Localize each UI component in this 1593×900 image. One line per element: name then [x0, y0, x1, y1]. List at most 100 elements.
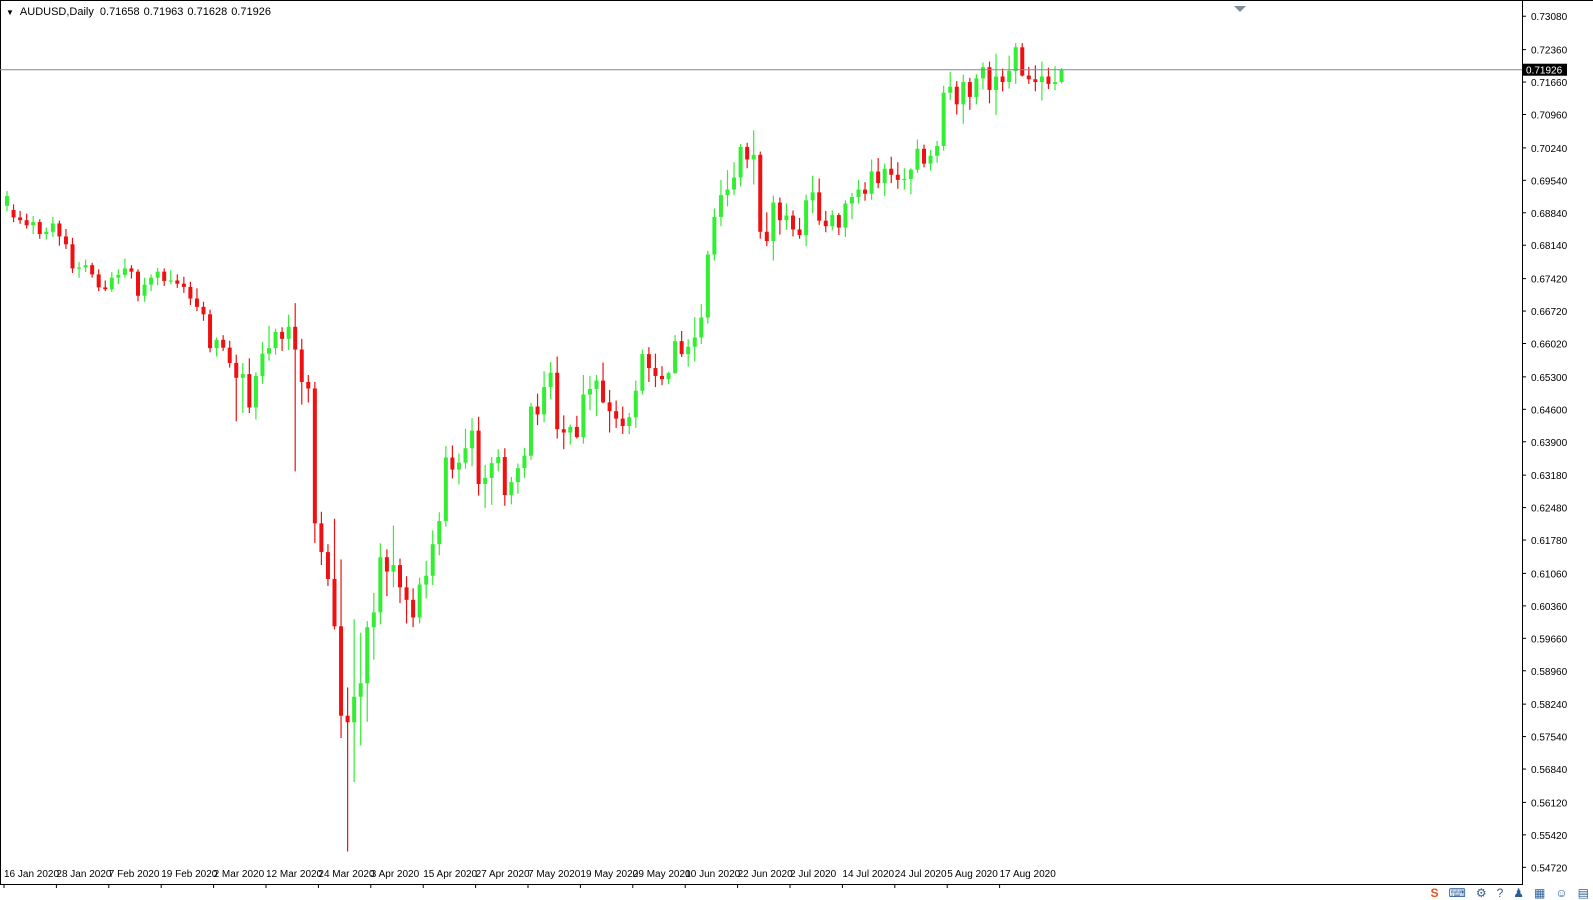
candle-body: [44, 231, 49, 235]
symbol-label: AUDUSD,Daily: [19, 6, 94, 18]
ohlc-low: 0.71628: [187, 6, 228, 18]
candle-body: [496, 457, 501, 464]
candle: [994, 53, 999, 115]
candle: [522, 447, 527, 478]
candle: [849, 192, 854, 220]
candle-body: [136, 271, 140, 296]
candle-body: [948, 86, 953, 93]
candle-body: [574, 426, 579, 438]
candle: [614, 400, 619, 428]
candle: [902, 168, 907, 190]
time-tick-label: 24 Jul 2020: [895, 869, 947, 880]
keyboard-icon[interactable]: ⌨: [1449, 886, 1466, 900]
price-tick-label: 0.58240: [1531, 700, 1568, 711]
candle-body: [325, 552, 330, 579]
candle-body: [398, 565, 402, 588]
candle: [352, 619, 357, 783]
candle: [162, 268, 167, 287]
candle: [116, 269, 121, 285]
candle-body: [280, 331, 285, 339]
candle-body: [627, 417, 632, 427]
candle-body: [699, 317, 704, 338]
candle: [633, 380, 638, 428]
candle-body: [240, 374, 245, 378]
candle: [961, 74, 966, 124]
candle: [247, 358, 252, 414]
candle-body: [424, 575, 429, 585]
candle: [129, 265, 134, 279]
candle-body: [450, 457, 455, 470]
candle: [941, 85, 946, 151]
candle-body: [57, 223, 62, 237]
candle: [568, 424, 573, 445]
user-icon[interactable]: ☺: [1555, 886, 1567, 900]
candle-body: [941, 92, 946, 147]
candle-body: [129, 268, 134, 272]
time-tick-label: 14 Jul 2020: [842, 869, 894, 880]
candle-body: [666, 373, 671, 380]
candle-body: [509, 482, 514, 496]
candle-body: [5, 196, 9, 206]
candle: [666, 371, 671, 385]
brand-icon[interactable]: S: [1430, 886, 1438, 900]
candle: [365, 621, 370, 722]
candle: [221, 335, 226, 351]
price-tick-label: 0.65300: [1531, 373, 1568, 384]
candle: [1000, 68, 1005, 92]
candle: [306, 375, 311, 403]
candle: [948, 71, 953, 101]
candlestick-chart[interactable]: 0.73080 0.72360 0.71660 0.70960 0.70240 0.695…: [0, 0, 1593, 900]
candle: [44, 227, 49, 240]
candle-body: [784, 215, 789, 221]
chart-shift-marker-icon[interactable]: [1234, 6, 1246, 12]
candle: [109, 272, 114, 293]
candle-body: [712, 216, 717, 255]
candle: [653, 353, 658, 388]
candle: [922, 144, 926, 168]
candle-body: [515, 468, 520, 483]
candle-body: [96, 274, 101, 288]
collapse-triangle-icon[interactable]: ▼: [6, 7, 14, 18]
candle-body: [522, 455, 527, 469]
time-tick-label: 7 May 2020: [528, 869, 581, 880]
time-tick-label: 27 Apr 2020: [476, 869, 530, 880]
candle: [679, 330, 684, 357]
candle: [63, 228, 68, 249]
candle-body: [456, 462, 461, 470]
candle: [601, 362, 606, 404]
candle-body: [915, 148, 920, 170]
candle: [103, 280, 108, 292]
candle: [398, 558, 402, 604]
candle-body: [247, 374, 252, 408]
candle-body: [673, 341, 678, 374]
candle: [37, 219, 42, 239]
help-icon[interactable]: ?: [1497, 886, 1504, 900]
candle: [705, 250, 710, 324]
apps-icon[interactable]: ▤: [1578, 886, 1589, 900]
candle-body: [299, 349, 304, 382]
price-tick-label: 0.55420: [1531, 831, 1568, 842]
candle-body: [732, 177, 737, 190]
candle-body: [18, 217, 23, 221]
price-tick-label: 0.63180: [1531, 471, 1568, 482]
candle-body: [1053, 82, 1057, 84]
price-tick-label: 0.56120: [1531, 798, 1568, 809]
chart-window[interactable]: 0.73080 0.72360 0.71660 0.70960 0.70240 0.695…: [0, 0, 1593, 900]
candle: [692, 317, 697, 362]
candle-body: [1039, 76, 1044, 83]
candle-body: [823, 220, 828, 227]
candle: [607, 389, 612, 433]
time-tick-label: 7 Feb 2020: [109, 869, 160, 880]
candle-body: [168, 280, 173, 282]
grid-icon[interactable]: ▦: [1534, 886, 1545, 900]
candle-body: [371, 612, 376, 628]
shirt-icon[interactable]: ♟: [1513, 886, 1524, 900]
candle-body: [902, 178, 907, 181]
candle: [70, 237, 75, 274]
candle-body: [758, 154, 763, 232]
settings-icon[interactable]: ⚙: [1476, 886, 1487, 900]
candle: [470, 418, 475, 467]
candles-layer: [5, 43, 1064, 852]
candle-body: [646, 354, 651, 369]
candle: [810, 175, 815, 214]
